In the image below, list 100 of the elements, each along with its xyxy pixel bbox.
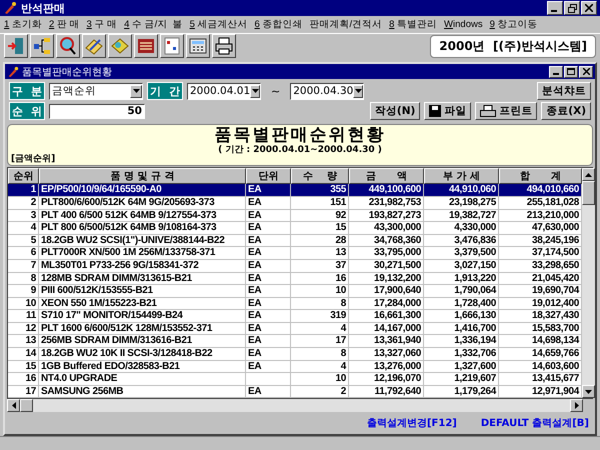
restore-icon [568, 4, 576, 13]
close-button[interactable] [579, 66, 593, 78]
toolbar-button[interactable] [56, 34, 80, 58]
table-cell: 15 [291, 222, 349, 235]
menu-item[interactable]: 판매계획/견적서 [309, 18, 382, 31]
menu-item[interactable]: 2 판 매 [48, 18, 80, 31]
scroll-thumb[interactable] [20, 399, 33, 412]
column-header[interactable]: 금 액 [349, 168, 424, 184]
table-cell: EA [246, 210, 291, 222]
menu-item[interactable]: 3 구 매 [86, 18, 118, 31]
toolbar-button[interactable] [134, 34, 158, 58]
maximize-button[interactable] [564, 66, 578, 78]
table-row[interactable]: 8 128MB SDRAM DIMM/313615-B21 EA 16 19,132,200 1,913,220 21,045,420 [8, 272, 582, 286]
window-title: 반석판매 [21, 0, 65, 16]
table-row[interactable]: 13 256MB SDRAM DIMM/313616-B21 EA 17 13,361,940 1,336,194 14,698,134 [8, 335, 582, 348]
table-cell: 8 [8, 272, 39, 286]
table-cell: 319 [291, 310, 349, 323]
table-cell: 14 [8, 348, 39, 361]
menu-item[interactable]: 5 세금계산서 [190, 18, 248, 31]
toolbar-button[interactable] [186, 34, 210, 58]
menu-item[interactable]: Windows [444, 18, 483, 30]
table-row[interactable]: 1 EP/P500/10/9/64/165590-A0 EA 355 449,100,600 44,910,060 494,010,660 [8, 184, 582, 197]
column-header[interactable]: 순위 [8, 168, 39, 184]
table-row[interactable]: 11 S710 17" MONITOR/154499-B24 EA 319 16,661,300 1,666,130 18,327,430 [8, 310, 582, 323]
menu-item[interactable]: 8 특별관리 [389, 18, 438, 31]
table-row[interactable]: 15 1GB Buffered EDO/328583-B21 EA 4 13,276,000 1,327,600 14,603,600 [8, 360, 582, 374]
toolbar-button[interactable] [82, 34, 106, 58]
company-label: 2000년 [(주)반석시스템] [430, 34, 596, 58]
table-row[interactable]: 2 PLT800/6/600/512K 64M 9G/205693-373 EA 151 231,982,753 23,198,275 255,181,028 [8, 196, 582, 210]
table-cell: 11 [8, 310, 39, 323]
print-button[interactable]: 프린트 [475, 102, 538, 120]
toolbar-button[interactable] [212, 34, 236, 58]
magnifier-icon [58, 36, 78, 56]
horizontal-scrollbar[interactable] [7, 399, 583, 412]
table-cell: 15 [8, 360, 39, 374]
minimize-button[interactable] [549, 66, 563, 78]
vertical-scrollbar[interactable] [582, 168, 595, 398]
menu-item[interactable]: 9 창고이동 [490, 18, 538, 31]
column-header[interactable]: 합 계 [499, 168, 582, 184]
close-button[interactable]: 종료(X) [541, 102, 591, 120]
table-cell: 3 [8, 210, 39, 222]
field-label: 기 간 [147, 82, 183, 100]
table-cell: 13,327,060 [349, 348, 424, 361]
table-cell: 4 [8, 222, 39, 235]
toolbar-button[interactable] [4, 34, 28, 58]
toolbar-button[interactable] [160, 34, 184, 58]
column-header[interactable]: 단위 [246, 168, 291, 184]
type-dropdown[interactable]: 금액순위 [49, 82, 143, 100]
table-row[interactable]: 4 PLT 800 6/500/512K 64MB 9/108164-373 EA 15 43,300,000 4,330,000 47,630,000 [8, 222, 582, 235]
scroll-thumb[interactable] [582, 181, 595, 206]
minimize-button[interactable] [547, 1, 563, 16]
rank-field[interactable]: 50 [49, 104, 145, 119]
column-header[interactable]: 수 량 [291, 168, 349, 184]
table-row[interactable]: 6 PLT7000R XN/500 1M 256M/133758-371 EA 13 33,795,000 3,379,500 37,174,500 [8, 247, 582, 260]
table-cell: 1,666,130 [424, 310, 499, 323]
menu-item[interactable]: 6 종합인쇄 [254, 18, 302, 31]
table-cell: 1,728,400 [424, 298, 499, 310]
column-header[interactable]: 부 가 세 [424, 168, 499, 184]
date-dropdown[interactable]: 2000.04.30 [290, 82, 364, 100]
restore-button[interactable] [564, 1, 580, 16]
table-row[interactable]: 3 PLT 400 6/500 512K 64MB 9/127554-373 EA 92 193,827,273 19,382,727 213,210,000 [8, 210, 582, 222]
file-button[interactable]: 파일 [424, 102, 472, 120]
toolbar-button[interactable] [108, 34, 132, 58]
close-button[interactable] [581, 1, 597, 16]
table-cell: EA [246, 247, 291, 260]
link[interactable]: DEFAULT 출력설계[B] [480, 416, 589, 430]
table-cell: 19,132,200 [349, 272, 424, 286]
table-row[interactable]: 16 NT4.0 UPGRADE 10 12,196,070 1,219,607 13,415,677 [8, 373, 582, 386]
chart-button[interactable]: 분석챠트 [537, 82, 591, 100]
table-cell: 14,167,000 [349, 322, 424, 336]
table-row[interactable]: 9 PIII 600/512K/153555-B21 EA 10 17,900,640 1,790,064 19,690,704 [8, 285, 582, 298]
table-cell: 33,795,000 [349, 247, 424, 260]
table-cell: EA [246, 335, 291, 348]
table-cell: NT4.0 UPGRADE [39, 373, 246, 386]
table-row[interactable]: 14 18.2GB WU2 10K II SCSI-3/128418-B22 EA 8 13,327,060 1,332,706 14,659,766 [8, 348, 582, 361]
report-period: ( 기간 : 2000.04.01~2000.04.30 ) [218, 145, 382, 156]
link[interactable]: 출력설계변경[F12] [366, 416, 457, 430]
column-header[interactable]: 품 명 및 규 격 [39, 168, 246, 184]
table-cell: 16 [8, 373, 39, 386]
table-row[interactable]: 10 XEON 550 1M/155223-B21 EA 8 17,284,000 1,728,400 19,012,400 [8, 298, 582, 310]
table-cell: EA [246, 348, 291, 361]
table-cell: 3,027,150 [424, 260, 499, 272]
create-button[interactable]: 작성(N) [370, 102, 420, 120]
table-cell: 11,792,640 [349, 386, 424, 398]
table-row[interactable]: 12 PLT 1600 6/600/512K 128M/153552-371 EA 4 14,167,000 1,416,700 15,583,700 [8, 322, 582, 336]
table-cell: 13 [8, 335, 39, 348]
menu-item[interactable]: 1 초기화 [4, 18, 42, 31]
table-cell: 13 [291, 247, 349, 260]
toolbar-button[interactable] [30, 34, 54, 58]
table-cell: 13,361,940 [349, 335, 424, 348]
table-cell: 1,332,706 [424, 348, 499, 361]
table-cell: 355 [291, 184, 349, 197]
date-dropdown[interactable]: 2000.04.01 [187, 82, 261, 100]
menu-item[interactable]: 4 수 금/지 불 [124, 18, 183, 31]
table-row[interactable]: 17 SAMSUNG 256MB EA 2 11,792,640 1,179,264 12,971,904 [8, 386, 582, 398]
table-cell: 1,416,700 [424, 322, 499, 336]
table-row[interactable]: 5 18.2GB WU2 SCSI(1")-UNIVE/388144-B22 EA 28 34,768,360 3,476,836 38,245,196 [8, 234, 582, 248]
table-cell: 19,382,727 [424, 210, 499, 222]
table-cell: EA [246, 260, 291, 272]
table-row[interactable]: 7 ML350T01 P733-256 9G/158341-372 EA 37 30,271,500 3,027,150 33,298,650 [8, 260, 582, 272]
